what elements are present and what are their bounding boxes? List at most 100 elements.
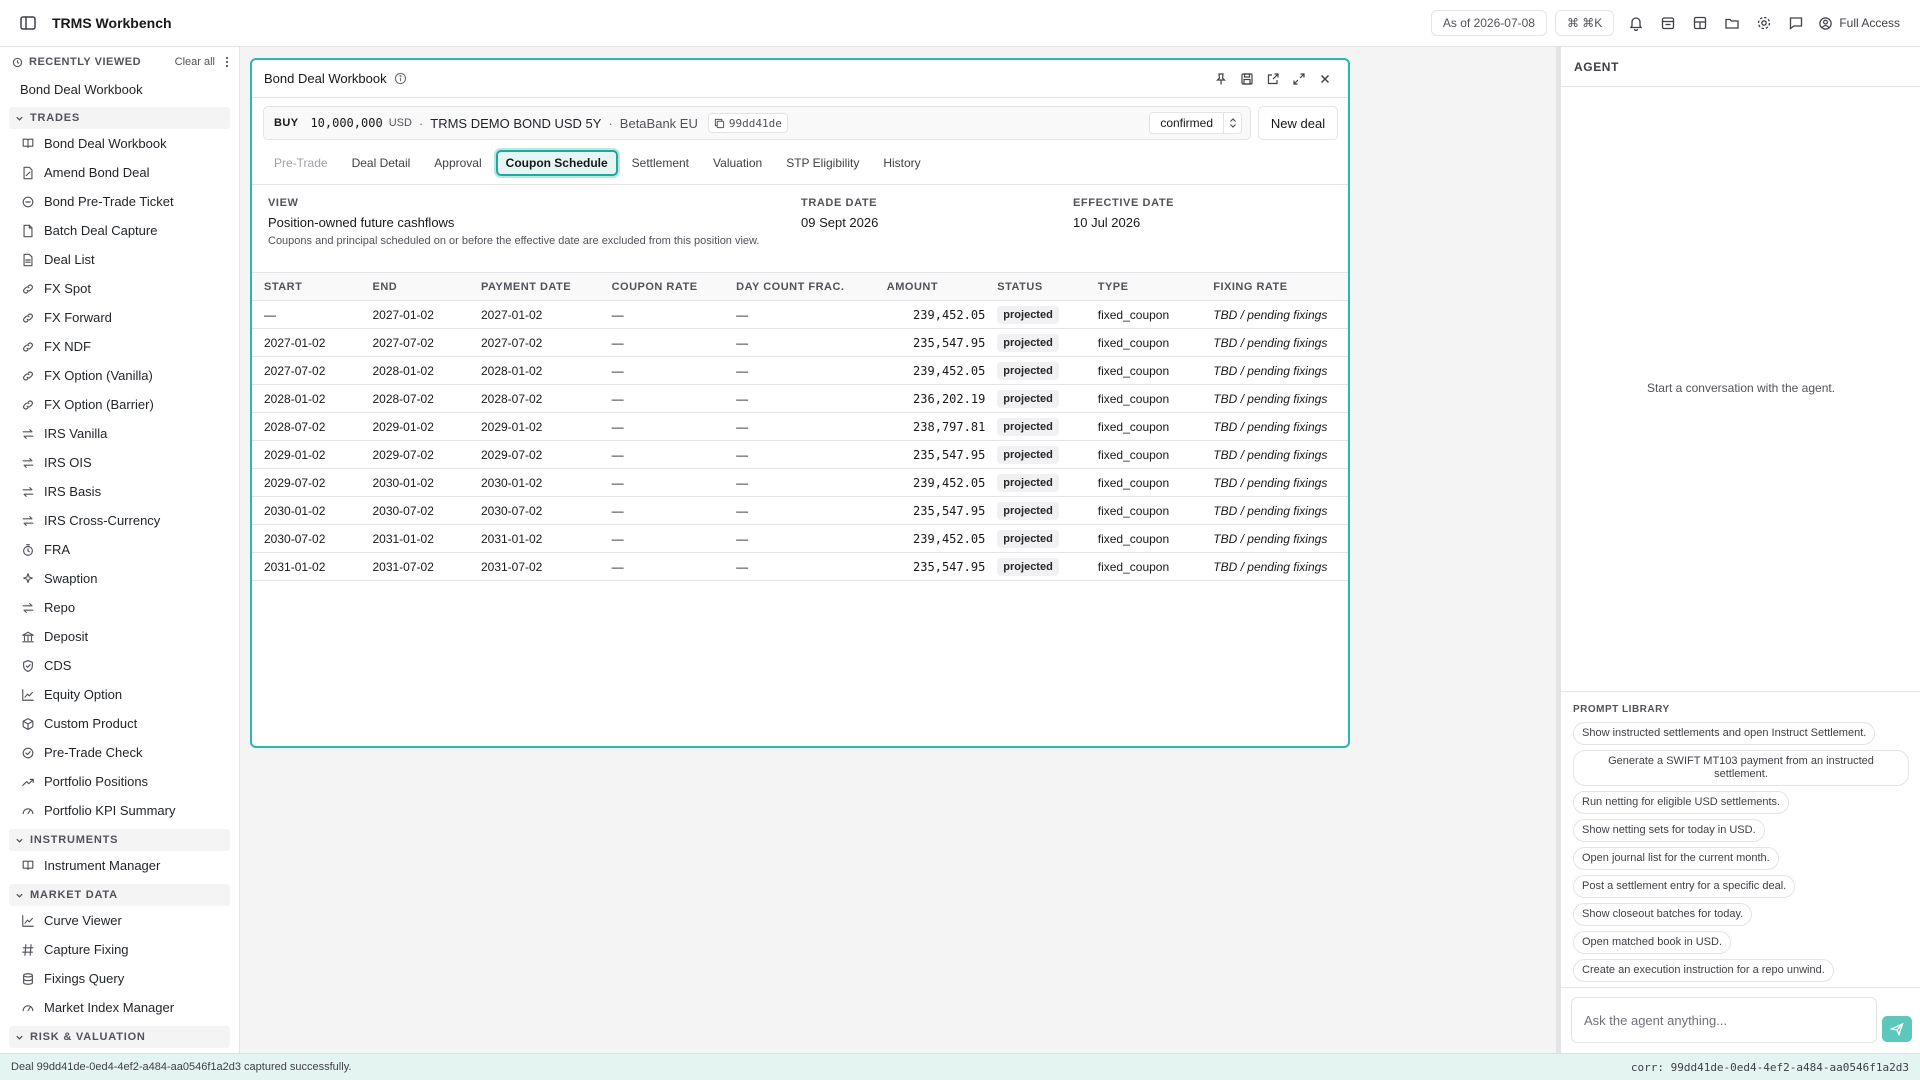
sidebar-item-irs-vanilla[interactable]: IRS Vanilla [0, 419, 239, 448]
column-header-fixing-rate[interactable]: FIXING RATE [1201, 272, 1348, 301]
sidebar-item-portfolio-positions[interactable]: Portfolio Positions [0, 767, 239, 796]
sidebar-item-irs-ois[interactable]: IRS OIS [0, 448, 239, 477]
tab-valuation[interactable]: Valuation [703, 150, 772, 176]
pin-icon[interactable] [1212, 70, 1230, 88]
tab-stp-eligibility[interactable]: STP Eligibility [776, 150, 869, 176]
sidebar-item-irs-cross-currency[interactable]: IRS Cross-Currency [0, 506, 239, 535]
tab-settlement[interactable]: Settlement [622, 150, 699, 176]
table-row[interactable]: 2030-01-02 2030-07-02 2030-07-02— —235,547.… [252, 496, 1348, 525]
prompt-chip[interactable]: Run netting for eligible USD settlements… [1573, 791, 1790, 814]
sidebar-item-cds[interactable]: CDS [0, 651, 239, 680]
table-row[interactable]: —2027-01-02 2027-01-02— —239,452.05 project… [252, 300, 1348, 329]
sidebar-item-market-index-manager[interactable]: Market Index Manager [0, 993, 239, 1022]
access-menu[interactable]: Full Access [1818, 16, 1900, 31]
table-row[interactable]: 2029-07-02 2030-01-02 2030-01-02— —239,452.… [252, 468, 1348, 497]
as-of-date-button[interactable]: As of 2026-07-08 [1430, 10, 1547, 36]
sidebar-item-custom-product[interactable]: Custom Product [0, 709, 239, 738]
column-header-start[interactable]: START [252, 272, 361, 301]
new-deal-button[interactable]: New deal [1258, 106, 1338, 140]
section-trades[interactable]: TRADES [9, 107, 230, 129]
agent-message-input[interactable] [1572, 998, 1876, 1042]
table-row[interactable]: 2030-07-02 2031-01-02 2031-01-02— —239,452.… [252, 524, 1348, 553]
sidebar-item-capture-fixing[interactable]: Capture Fixing [0, 935, 239, 964]
column-header-amount[interactable]: AMOUNT [874, 272, 986, 301]
prompt-chip[interactable]: Generate a SWIFT MT103 payment from an i… [1573, 750, 1909, 786]
section-instruments[interactable]: INSTRUMENTS [9, 829, 230, 851]
command-palette-button[interactable]: ⌘ ⌘K [1554, 10, 1615, 36]
sidebar-item-fx-option-vanilla[interactable]: FX Option (Vanilla) [0, 361, 239, 390]
trend-icon [21, 775, 35, 789]
info-icon[interactable] [394, 72, 407, 85]
tab-pre-trade[interactable]: Pre-Trade [264, 150, 338, 176]
table-row[interactable]: 2027-07-02 2028-01-02 2028-01-02— —239,452.… [252, 356, 1348, 385]
table-row[interactable]: 2027-01-02 2027-07-02 2027-07-02— —235,547.… [252, 328, 1348, 357]
copy-deal-id-button[interactable]: 99dd41de [707, 113, 788, 133]
sidebar-item-repo[interactable]: Repo [0, 593, 239, 622]
sidebar-item-bond-deal-workbook[interactable]: Bond Deal Workbook [0, 129, 239, 158]
sidebar-item-equity-option[interactable]: Equity Option [0, 680, 239, 709]
sidebar-item-instrument-manager[interactable]: Instrument Manager [0, 851, 239, 880]
calendar-icon[interactable] [1652, 10, 1684, 36]
column-header-coupon-rate[interactable]: COUPON RATE [599, 272, 725, 301]
clear-all-button[interactable]: Clear all [175, 56, 215, 68]
prompt-chip[interactable]: Show netting sets for today in USD. [1573, 819, 1765, 842]
recent-item-bond-deal-workbook[interactable]: Bond Deal Workbook [0, 75, 239, 103]
cell-status: projected [985, 496, 1086, 525]
gear-icon[interactable] [1748, 10, 1780, 36]
prompt-chip[interactable]: Open matched book in USD. [1573, 931, 1732, 954]
sidebar-item-fx-ndf[interactable]: FX NDF [0, 332, 239, 361]
sidebar-toggle-icon[interactable] [18, 13, 38, 33]
save-icon[interactable] [1238, 70, 1256, 88]
sidebar-item-irs-basis[interactable]: IRS Basis [0, 477, 239, 506]
folder-icon[interactable] [1716, 10, 1748, 36]
sidebar-item-fx-spot[interactable]: FX Spot [0, 274, 239, 303]
sidebar-item-curve-viewer[interactable]: Curve Viewer [0, 906, 239, 935]
table-row[interactable]: 2029-01-02 2029-07-02 2029-07-02— —235,547.… [252, 440, 1348, 469]
tab-coupon-schedule[interactable]: Coupon Schedule [495, 150, 618, 176]
column-header-status[interactable]: STATUS [985, 272, 1086, 301]
prompt-chip[interactable]: Show closeout batches for today. [1573, 903, 1753, 926]
column-header-type[interactable]: TYPE [1085, 272, 1202, 301]
close-icon[interactable] [1316, 70, 1334, 88]
send-button[interactable] [1882, 1016, 1912, 1042]
swap-icon [21, 485, 35, 499]
sidebar-item-portfolio-kpi-summary[interactable]: Portfolio KPI Summary [0, 796, 239, 825]
sidebar-item-fixings-query[interactable]: Fixings Query [0, 964, 239, 993]
more-options-icon[interactable] [225, 56, 229, 68]
prompt-chip[interactable]: Create an execution instruction for a re… [1573, 959, 1834, 982]
prompt-chip[interactable]: Open journal list for the current month. [1573, 847, 1779, 870]
deal-status-select[interactable]: confirmed [1149, 112, 1242, 134]
section-market-data[interactable]: MARKET DATA [9, 884, 230, 906]
sidebar-item-deal-list[interactable]: Deal List [0, 245, 239, 274]
tab-history[interactable]: History [873, 150, 930, 176]
section-risk-valuation[interactable]: RISK & VALUATION [9, 1026, 230, 1048]
sidebar-item-bond-pre-trade-ticket[interactable]: Bond Pre-Trade Ticket [0, 187, 239, 216]
prompt-chip[interactable]: Show instructed settlements and open Ins… [1573, 722, 1876, 745]
sidebar-item-pre-trade-check[interactable]: Pre-Trade Check [0, 738, 239, 767]
column-header-day-count-frac[interactable]: DAY COUNT FRAC. [724, 272, 875, 301]
sidebar-item-swaption[interactable]: Swaption [0, 564, 239, 593]
tab-deal-detail[interactable]: Deal Detail [342, 150, 421, 176]
sidebar-item-amend-bond-deal[interactable]: Amend Bond Deal [0, 158, 239, 187]
column-header-end[interactable]: END [360, 272, 469, 301]
table-row[interactable]: 2028-07-02 2029-01-02 2029-01-02— —238,797.… [252, 412, 1348, 441]
sidebar-item-fx-option-barrier[interactable]: FX Option (Barrier) [0, 390, 239, 419]
agent-empty-state: Start a conversation with the agent. [1646, 381, 1836, 395]
deal-short-id: 99dd41de [728, 116, 782, 130]
sidebar-item-deposit[interactable]: Deposit [0, 622, 239, 651]
agent-input-box[interactable] [1571, 997, 1877, 1043]
bell-icon[interactable] [1620, 10, 1652, 36]
external-link-icon[interactable] [1264, 70, 1282, 88]
chat-icon[interactable] [1780, 10, 1812, 36]
sidebar-item-fx-forward[interactable]: FX Forward [0, 303, 239, 332]
expand-icon[interactable] [1290, 70, 1308, 88]
sidebar-item-fra[interactable]: FRA [0, 535, 239, 564]
table-row[interactable]: 2028-01-02 2028-07-02 2028-07-02— —236,202.… [252, 384, 1348, 413]
sidebar-item-batch-deal-capture[interactable]: Batch Deal Capture [0, 216, 239, 245]
prompt-chip[interactable]: Post a settlement entry for a specific d… [1573, 875, 1796, 898]
table-row[interactable]: 2031-01-02 2031-07-02 2031-07-02— —235,547.… [252, 552, 1348, 581]
tab-approval[interactable]: Approval [424, 150, 491, 176]
column-header-payment-date[interactable]: PAYMENT DATE [468, 272, 600, 301]
cell-end: 2031-01-02 [360, 524, 469, 553]
layout-icon[interactable] [1684, 10, 1716, 36]
